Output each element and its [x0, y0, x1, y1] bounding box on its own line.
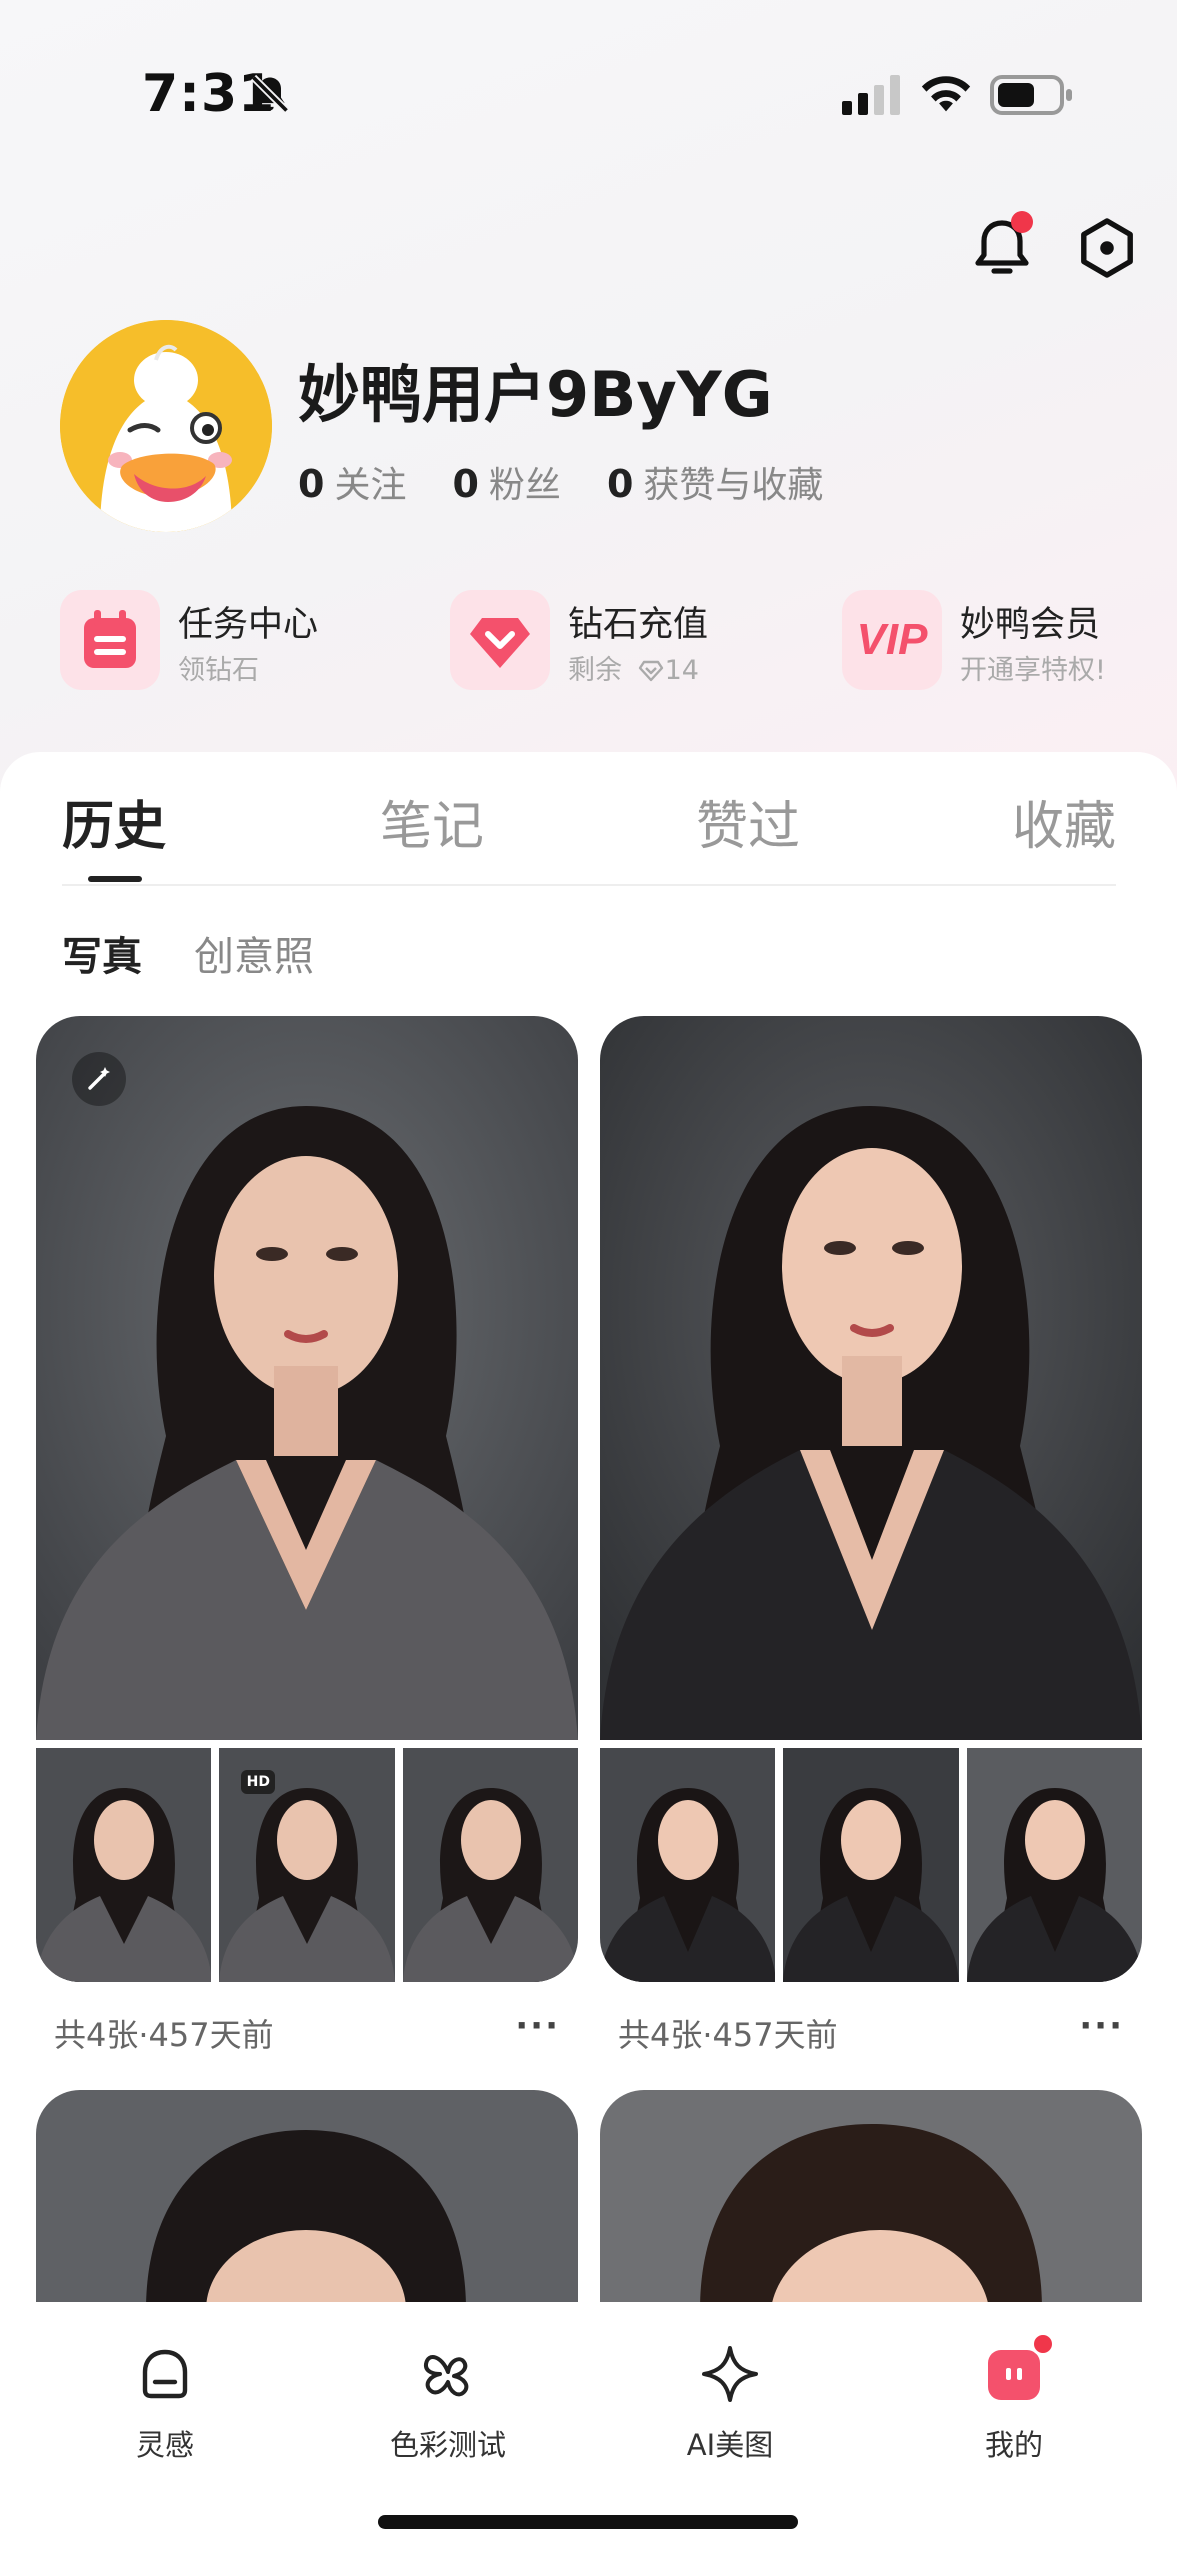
portrait-photo: [36, 1016, 578, 1740]
profile-stats: 0 关注 0 粉丝 0 获赞与收藏: [298, 456, 823, 508]
album-cover-photo[interactable]: [36, 1016, 578, 1740]
active-tab-indicator: [88, 876, 142, 882]
avatar[interactable]: [60, 320, 272, 532]
tab-liked[interactable]: 赞过: [696, 784, 800, 859]
nav-inspiration[interactable]: 灵感: [55, 2342, 275, 2464]
duck-avatar-icon: [60, 320, 272, 532]
vip-membership-shortcut[interactable]: VIP 妙鸭会员 开通享特权!: [842, 588, 1142, 698]
notification-badge: [1011, 211, 1033, 233]
album-thumbnail[interactable]: [600, 1748, 776, 1982]
tab-history[interactable]: 历史: [62, 784, 166, 859]
home-indicator[interactable]: [378, 2515, 798, 2529]
subtab-creative[interactable]: 创意照: [194, 924, 314, 982]
subtabs: 写真 创意照: [62, 924, 314, 982]
diamond-recharge-shortcut[interactable]: 钻石充值 剩余 14: [450, 588, 790, 698]
signal-icon: [842, 75, 900, 115]
profile-tabs: 历史 笔记 赞过 收藏: [62, 784, 1116, 886]
stat-followers[interactable]: 0 粉丝: [452, 456, 560, 508]
hd-badge: HD: [241, 1770, 276, 1794]
more-options-icon[interactable]: ···: [1079, 2006, 1124, 2046]
album-meta: 共4张·457天前: [618, 2016, 838, 2054]
album-meta: 共4张·457天前: [54, 2016, 274, 2054]
nav-color-test[interactable]: 色彩测试: [338, 2342, 558, 2464]
diamond-small-icon: [638, 660, 663, 682]
tab-collections[interactable]: 收藏: [1012, 784, 1116, 859]
album-thumbnail[interactable]: [402, 1748, 578, 1982]
portrait-photo: [600, 1016, 1142, 1740]
settings-hexagon-icon[interactable]: [1078, 216, 1136, 280]
username: 妙鸭用户9ByYG: [298, 358, 773, 431]
sparkle-icon: [702, 2346, 758, 2402]
shortcut-row: 任务中心 领钻石 钻石充值 剩余 14 VIP 妙鸭会员 开通享特权!: [60, 588, 1140, 698]
battery-icon: [990, 75, 1072, 115]
color-test-icon: [423, 2355, 469, 2397]
nav-profile[interactable]: 我的: [904, 2342, 1124, 2464]
stat-likes-collections[interactable]: 0 获赞与收藏: [607, 456, 823, 508]
magic-edit-icon[interactable]: [72, 1052, 126, 1106]
inspiration-icon: [142, 2349, 188, 2399]
nav-profile-badge: [1031, 2332, 1055, 2356]
vip-icon: VIP: [842, 590, 942, 690]
album-thumbnails: HD: [36, 1748, 578, 1982]
album-thumbnail[interactable]: [36, 1748, 212, 1982]
album-card[interactable]: [36, 2090, 578, 2310]
more-options-icon[interactable]: ···: [515, 2006, 560, 2046]
portrait-photo: [600, 2090, 1142, 2310]
calendar-task-icon: [60, 590, 160, 690]
status-bar: 7:31: [0, 0, 1177, 190]
bell-muted-icon: [250, 74, 290, 114]
tab-notes[interactable]: 笔记: [380, 784, 484, 859]
album-thumbnails: [600, 1748, 1142, 1982]
diamond-icon: [450, 590, 550, 690]
portrait-photo: [36, 2090, 578, 2310]
album-cover-photo[interactable]: [600, 1016, 1142, 1740]
album-thumbnail[interactable]: HD: [219, 1748, 395, 1982]
subtab-portrait[interactable]: 写真: [62, 924, 142, 982]
nav-ai-image[interactable]: AI美图: [620, 2342, 840, 2464]
album-thumbnail[interactable]: [783, 1748, 959, 1982]
stat-following[interactable]: 0 关注: [298, 456, 406, 508]
wifi-icon: [921, 76, 971, 112]
album-thumbnail[interactable]: [966, 1748, 1142, 1982]
task-center-shortcut[interactable]: 任务中心 领钻石: [60, 588, 400, 698]
album-card[interactable]: [600, 2090, 1142, 2310]
